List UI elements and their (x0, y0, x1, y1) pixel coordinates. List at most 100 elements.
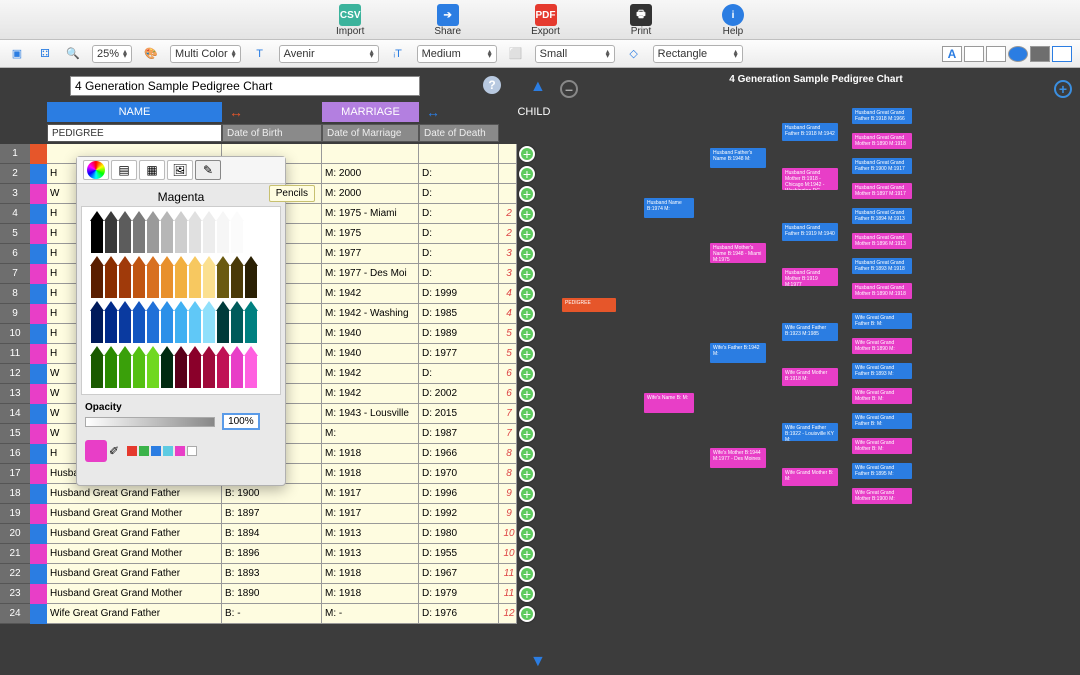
pencil-color[interactable] (244, 256, 258, 298)
row-color-bar[interactable] (30, 284, 47, 304)
export-button[interactable]: PDFExport (531, 4, 560, 37)
pencil-color[interactable] (146, 211, 160, 253)
row-color-bar[interactable] (30, 184, 47, 204)
tree-node[interactable]: Husband Great Grand Father B:1918 M:1966 (852, 108, 912, 124)
row-color-bar[interactable] (30, 404, 47, 424)
cell-dod[interactable]: D: (419, 184, 499, 204)
cell-dod[interactable]: D: (419, 264, 499, 284)
add-row-button[interactable]: + (517, 564, 537, 584)
tree-node[interactable]: Wife's Father B:1942 M: (710, 343, 766, 363)
row-color-bar[interactable] (30, 304, 47, 324)
help-icon[interactable]: ? (483, 76, 501, 94)
tree-node[interactable]: Husband Great Grand Mother B:1897 M:1917 (852, 183, 912, 199)
cell-child[interactable]: 10 (499, 524, 517, 544)
picker-image-tab[interactable]: 🖼 (167, 160, 193, 180)
cell-child[interactable] (499, 184, 517, 204)
row-number[interactable]: 13 (0, 384, 30, 404)
cell-marriage[interactable]: M: 1917 (322, 484, 419, 504)
recent-6[interactable] (187, 446, 197, 456)
pencil-color[interactable] (160, 256, 174, 298)
pencil-color[interactable] (160, 211, 174, 253)
recent-1[interactable] (127, 446, 137, 456)
row-number[interactable]: 7 (0, 264, 30, 284)
cell-marriage[interactable]: M: 1975 (322, 224, 419, 244)
cell-name[interactable]: Husband Great Grand Mother (47, 504, 222, 524)
tree-node[interactable]: Husband Great Grand Mother B:1896 M:1913 (852, 233, 912, 249)
cell-marriage[interactable]: M: 1913 (322, 544, 419, 564)
cell-dod[interactable]: D: 1979 (419, 584, 499, 604)
cell-dod[interactable]: D: 1970 (419, 464, 499, 484)
add-row-button[interactable]: + (517, 524, 537, 544)
cell-child[interactable]: 4 (499, 304, 517, 324)
row-color-bar[interactable] (30, 324, 47, 344)
cell-dob[interactable]: B: 1894 (222, 524, 322, 544)
cell-dod[interactable]: D: 1955 (419, 544, 499, 564)
row-number[interactable]: 4 (0, 204, 30, 224)
zoom-out-button[interactable]: – (560, 80, 578, 98)
pencil-color[interactable] (216, 301, 230, 343)
help-button[interactable]: iHelp (722, 4, 744, 37)
tree-node[interactable]: Husband Grand Mother B:1919 M:1977 (782, 268, 838, 286)
pencil-color[interactable] (174, 301, 188, 343)
add-row-button[interactable]: + (517, 344, 537, 364)
tree-node[interactable]: Wife Grand Mother B:1918 M: (782, 368, 838, 386)
cell-dod[interactable]: D: (419, 364, 499, 384)
row-color-bar[interactable] (30, 584, 47, 604)
pencil-color[interactable] (146, 256, 160, 298)
cell-child[interactable]: 5 (499, 344, 517, 364)
cell-marriage[interactable]: M: 1942 - Washing (322, 304, 419, 324)
cell-dod[interactable]: D: 1987 (419, 424, 499, 444)
pencil-color[interactable] (118, 211, 132, 253)
row-number[interactable]: 10 (0, 324, 30, 344)
row-color-bar[interactable] (30, 544, 47, 564)
cell-marriage[interactable]: M: 1977 (322, 244, 419, 264)
pencil-color[interactable] (216, 256, 230, 298)
pencil-color[interactable] (174, 346, 188, 388)
pencil-color[interactable] (90, 256, 104, 298)
add-row-button[interactable]: + (517, 424, 537, 444)
pencil-color[interactable] (118, 256, 132, 298)
add-row-button[interactable]: + (517, 384, 537, 404)
row-color-bar[interactable] (30, 524, 47, 544)
tree-node[interactable]: Husband Grand Father B:1918 M:1942 (782, 123, 838, 141)
pencil-color[interactable] (188, 256, 202, 298)
tree-node[interactable]: Wife's Name B: M: (644, 393, 694, 413)
pencil-color[interactable] (174, 256, 188, 298)
cell-marriage[interactable]: M: 1977 - Des Moi (322, 264, 419, 284)
pencil-color[interactable] (132, 301, 146, 343)
row-number[interactable]: 20 (0, 524, 30, 544)
pencil-color[interactable] (188, 346, 202, 388)
pencil-color[interactable] (104, 211, 118, 253)
cell-marriage[interactable]: M: 1942 (322, 384, 419, 404)
pencil-color[interactable] (146, 346, 160, 388)
cell-name[interactable]: Husband Great Grand Father (47, 564, 222, 584)
row-number[interactable]: 2 (0, 164, 30, 184)
row-color-bar[interactable] (30, 344, 47, 364)
swatch-blank[interactable] (986, 46, 1006, 62)
cell-child[interactable]: 11 (499, 564, 517, 584)
row-number[interactable]: 24 (0, 604, 30, 624)
pencil-color[interactable] (216, 346, 230, 388)
row-number[interactable]: 18 (0, 484, 30, 504)
row-color-bar[interactable] (30, 204, 47, 224)
row-number[interactable]: 1 (0, 144, 30, 164)
cell-marriage[interactable]: M: 1918 (322, 464, 419, 484)
pencil-color[interactable] (104, 256, 118, 298)
cell-marriage[interactable]: M: 1918 (322, 444, 419, 464)
nodesize-select[interactable]: Small▴▾ (535, 45, 615, 63)
zoom-in-button[interactable]: + (1054, 80, 1072, 98)
recent-5[interactable] (175, 446, 185, 456)
cell-marriage[interactable]: M: 1943 - Lousville (322, 404, 419, 424)
add-row-button[interactable]: + (517, 504, 537, 524)
cell-dob[interactable]: B: 1897 (222, 504, 322, 524)
add-row-button[interactable]: + (517, 484, 537, 504)
add-row-button[interactable]: + (517, 244, 537, 264)
add-row-button[interactable]: + (517, 464, 537, 484)
tree-node[interactable]: Wife Great Grand Mother B:1900 M: (852, 488, 912, 504)
recent-2[interactable] (139, 446, 149, 456)
cell-dob[interactable]: B: 1893 (222, 564, 322, 584)
pencil-color[interactable] (90, 211, 104, 253)
cell-marriage[interactable] (322, 144, 419, 164)
tree-node[interactable]: Husband Mother's Name B:1948 - Miami M:1… (710, 243, 766, 263)
cell-dob[interactable]: B: - (222, 604, 322, 624)
